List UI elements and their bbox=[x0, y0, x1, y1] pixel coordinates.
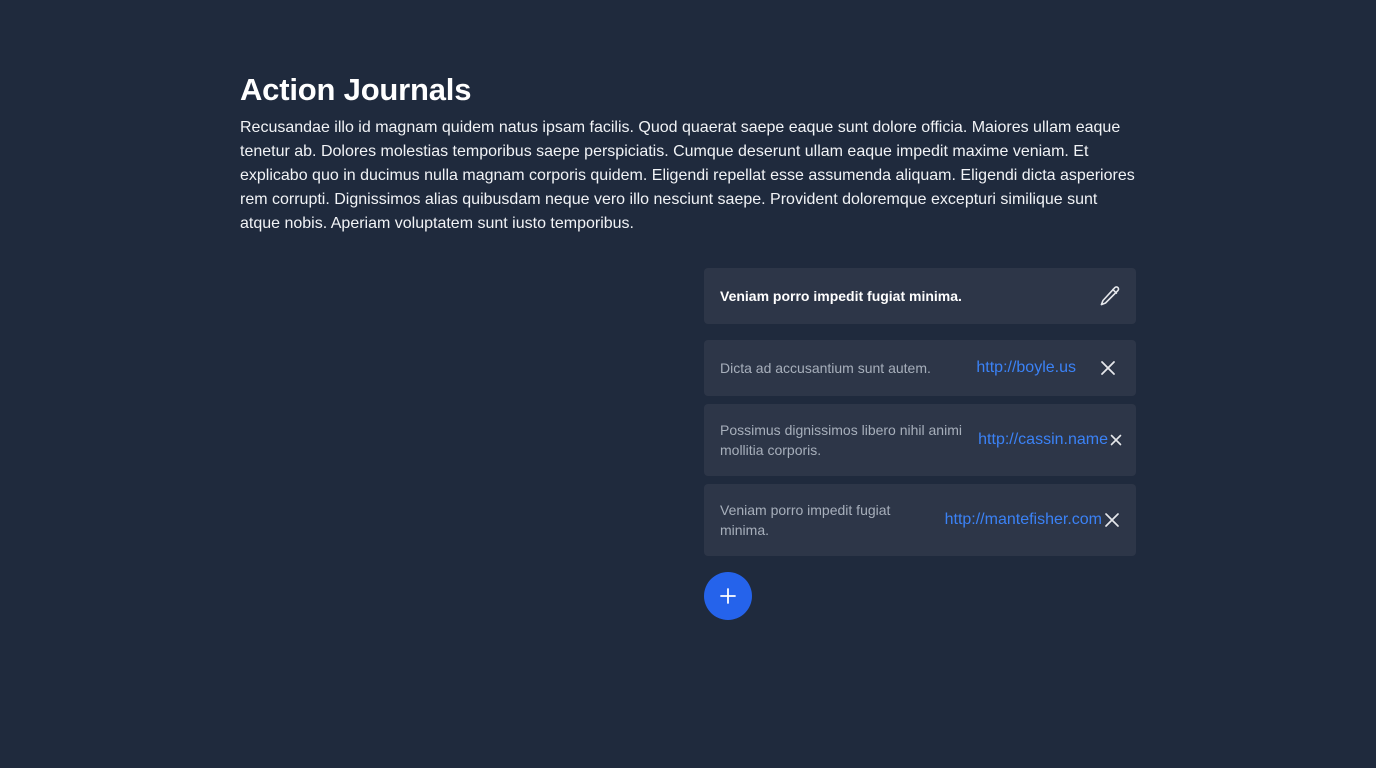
close-icon bbox=[1105, 513, 1119, 527]
remove-item-button[interactable] bbox=[1096, 356, 1120, 380]
journal-item: Dicta ad accusantium sunt autem. http://… bbox=[704, 340, 1136, 396]
journal-header: Veniam porro impedit fugiat minima. bbox=[704, 268, 1136, 324]
add-item-button[interactable] bbox=[704, 572, 752, 620]
item-description: Veniam porro impedit fugiat minima. bbox=[720, 502, 891, 538]
item-link[interactable]: http://boyle.us bbox=[976, 359, 1076, 377]
page: Action Journals Recusandae illo id magna… bbox=[0, 0, 1376, 768]
item-link[interactable]: http://mantefisher.com bbox=[945, 511, 1102, 529]
edit-button[interactable] bbox=[1096, 282, 1124, 310]
journal-title: Veniam porro impedit fugiat minima. bbox=[720, 288, 962, 304]
journal-item: Possimus dignissimos libero nihil animi … bbox=[704, 404, 1136, 476]
plus-icon bbox=[720, 588, 736, 604]
remove-item-button[interactable] bbox=[1102, 510, 1122, 530]
journal-panel: Veniam porro impedit fugiat minima. Dict… bbox=[704, 268, 1136, 620]
close-icon bbox=[1110, 434, 1122, 446]
item-description: Dicta ad accusantium sunt autem. bbox=[720, 360, 931, 376]
remove-item-button[interactable] bbox=[1108, 432, 1124, 448]
item-link[interactable]: http://cassin.name bbox=[978, 431, 1108, 449]
page-title: Action Journals bbox=[240, 72, 472, 107]
item-description: Possimus dignissimos libero nihil animi … bbox=[720, 422, 962, 458]
pencil-icon bbox=[1100, 286, 1120, 306]
page-description: Recusandae illo id magnam quidem natus i… bbox=[240, 119, 1135, 232]
close-icon bbox=[1101, 361, 1115, 375]
journal-item: Veniam porro impedit fugiat minima. http… bbox=[704, 484, 1136, 556]
